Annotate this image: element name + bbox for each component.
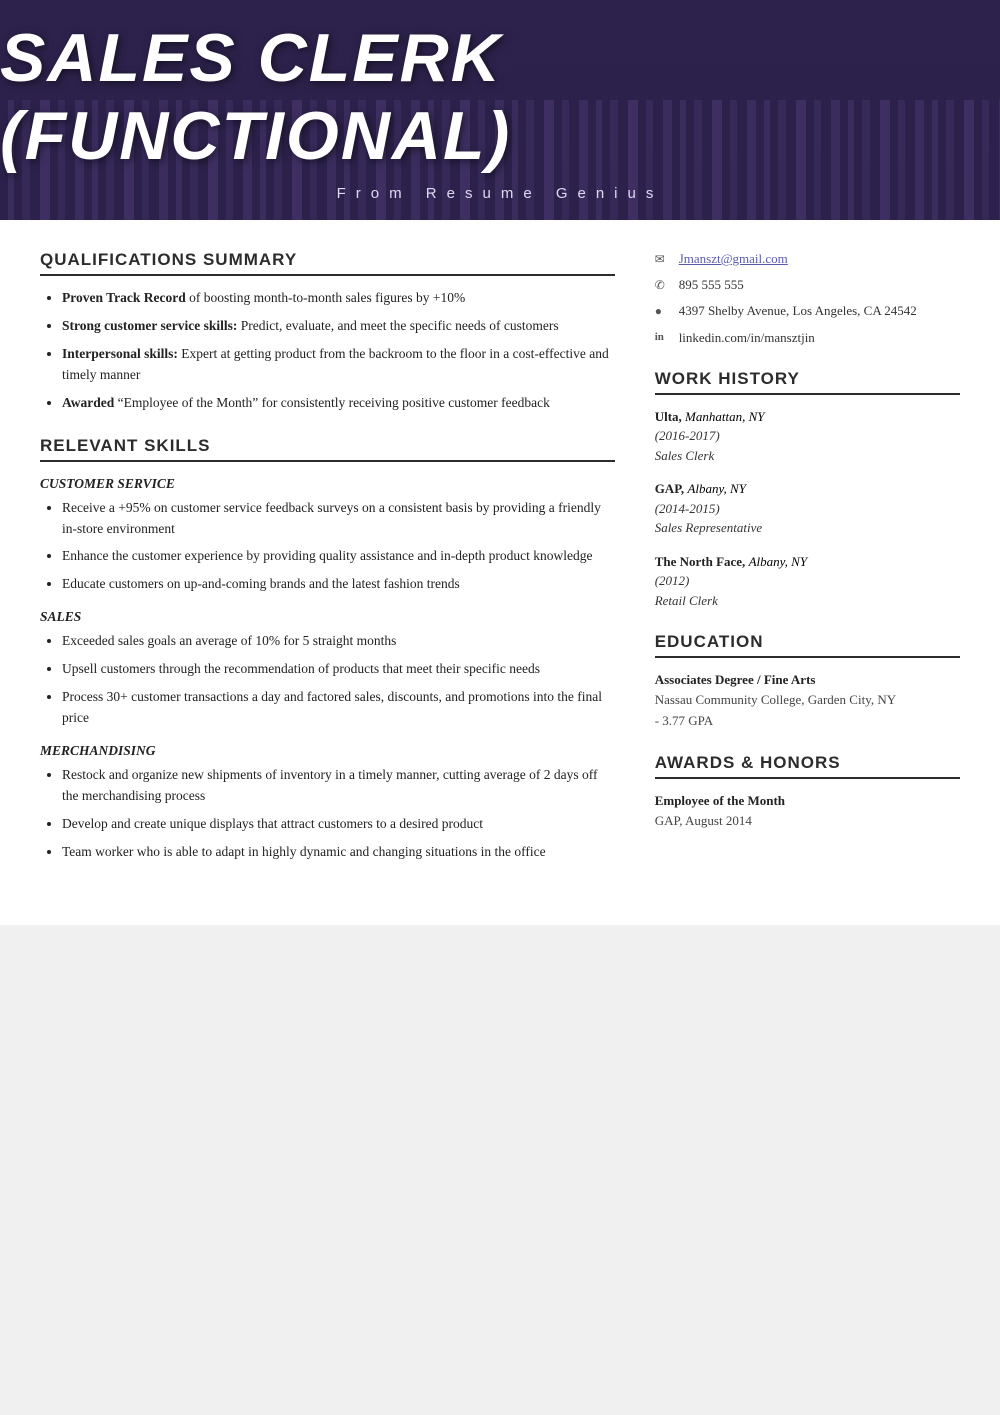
list-item: Restock and organize new shipments of in… bbox=[62, 765, 615, 807]
main-content: Qualifications Summary Proven Track Reco… bbox=[0, 220, 1000, 925]
list-item: Interpersonal skills: Expert at getting … bbox=[62, 344, 615, 386]
work-company-northface: The North Face, Albany, NY bbox=[655, 552, 960, 572]
sales-subheading: SALES bbox=[40, 609, 615, 625]
page-title: Sales Clerk (Functional) bbox=[0, 19, 1000, 175]
work-dates-ulta: (2016-2017) bbox=[655, 426, 960, 446]
list-item: Exceeded sales goals an average of 10% f… bbox=[62, 631, 615, 652]
customer-service-subheading: CUSTOMER SERVICE bbox=[40, 476, 615, 492]
merchandising-list: Restock and organize new shipments of in… bbox=[40, 765, 615, 863]
address-contact: ● 4397 Shelby Avenue, Los Angeles, CA 24… bbox=[655, 302, 960, 320]
education-section: Education Associates Degree / Fine Arts … bbox=[655, 632, 960, 730]
relevant-skills-section: Relevant Skills CUSTOMER SERVICE Receive… bbox=[40, 436, 615, 863]
work-company-gap: GAP, Albany, NY bbox=[655, 479, 960, 499]
list-item: Receive a +95% on customer service feedb… bbox=[62, 498, 615, 540]
linkedin-url: linkedin.com/in/mansztjin bbox=[679, 329, 815, 347]
right-column: ✉ Jmanszt@gmail.com ✆ 895 555 555 ● 4397… bbox=[655, 250, 960, 885]
qual-bold-1: Proven Track Record bbox=[62, 290, 186, 305]
qual-text-2: Predict, evaluate, and meet the specific… bbox=[241, 318, 559, 333]
list-item: Team worker who is able to adapt in high… bbox=[62, 842, 615, 863]
header-subtitle: From Resume Genius bbox=[337, 185, 664, 202]
list-item: Enhance the customer experience by provi… bbox=[62, 546, 615, 567]
qual-text-4: “Employee of the Month” for consistently… bbox=[118, 395, 550, 410]
email-contact: ✉ Jmanszt@gmail.com bbox=[655, 250, 960, 268]
work-role-ulta: Sales Clerk bbox=[655, 446, 960, 466]
phone-number: 895 555 555 bbox=[679, 276, 744, 294]
list-item: Process 30+ customer transactions a day … bbox=[62, 687, 615, 729]
location-icon: ● bbox=[655, 303, 671, 320]
awards-section: Awards & Honors Employee of the Month GA… bbox=[655, 753, 960, 831]
education-degree: Associates Degree / Fine Arts bbox=[655, 670, 960, 690]
list-item: Strong customer service skills: Predict,… bbox=[62, 316, 615, 337]
work-item-northface: The North Face, Albany, NY (2012) Retail… bbox=[655, 552, 960, 611]
education-item: Associates Degree / Fine Arts Nassau Com… bbox=[655, 670, 960, 730]
list-item: Develop and create unique displays that … bbox=[62, 814, 615, 835]
qual-bold-4: Awarded bbox=[62, 395, 114, 410]
linkedin-contact: in linkedin.com/in/mansztjin bbox=[655, 329, 960, 347]
page-header: Sales Clerk (Functional) From Resume Gen… bbox=[0, 0, 1000, 220]
phone-icon: ✆ bbox=[655, 277, 671, 294]
qual-text-1: of boosting month-to-month sales figures… bbox=[189, 290, 465, 305]
merchandising-subheading: MERCHANDISING bbox=[40, 743, 615, 759]
work-role-northface: Retail Clerk bbox=[655, 591, 960, 611]
work-item-gap: GAP, Albany, NY (2014-2015) Sales Repres… bbox=[655, 479, 960, 538]
list-item: Awarded “Employee of the Month” for cons… bbox=[62, 393, 615, 414]
contact-section: ✉ Jmanszt@gmail.com ✆ 895 555 555 ● 4397… bbox=[655, 250, 960, 347]
work-history-heading: Work History bbox=[655, 369, 960, 395]
education-heading: Education bbox=[655, 632, 960, 658]
award-item: Employee of the Month GAP, August 2014 bbox=[655, 791, 960, 831]
work-dates-gap: (2014-2015) bbox=[655, 499, 960, 519]
qualifications-list: Proven Track Record of boosting month-to… bbox=[40, 288, 615, 414]
work-company-ulta: Ulta, Manhattan, NY bbox=[655, 407, 960, 427]
left-column: Qualifications Summary Proven Track Reco… bbox=[40, 250, 615, 885]
phone-contact: ✆ 895 555 555 bbox=[655, 276, 960, 294]
work-dates-northface: (2012) bbox=[655, 571, 960, 591]
qual-bold-2: Strong customer service skills: bbox=[62, 318, 237, 333]
qualifications-heading: Qualifications Summary bbox=[40, 250, 615, 276]
relevant-skills-heading: Relevant Skills bbox=[40, 436, 615, 462]
email-icon: ✉ bbox=[655, 251, 671, 268]
qual-bold-3: Interpersonal skills: bbox=[62, 346, 178, 361]
award-detail: GAP, August 2014 bbox=[655, 811, 960, 831]
education-gpa: - 3.77 GPA bbox=[655, 711, 960, 731]
work-item-ulta: Ulta, Manhattan, NY (2016-2017) Sales Cl… bbox=[655, 407, 960, 466]
list-item: Proven Track Record of boosting month-to… bbox=[62, 288, 615, 309]
qualifications-section: Qualifications Summary Proven Track Reco… bbox=[40, 250, 615, 414]
list-item: Upsell customers through the recommendat… bbox=[62, 659, 615, 680]
sales-list: Exceeded sales goals an average of 10% f… bbox=[40, 631, 615, 729]
work-role-gap: Sales Representative bbox=[655, 518, 960, 538]
list-item: Educate customers on up-and-coming brand… bbox=[62, 574, 615, 595]
award-name: Employee of the Month bbox=[655, 791, 960, 811]
awards-heading: Awards & Honors bbox=[655, 753, 960, 779]
address-text: 4397 Shelby Avenue, Los Angeles, CA 2454… bbox=[679, 302, 917, 320]
customer-service-list: Receive a +95% on customer service feedb… bbox=[40, 498, 615, 596]
linkedin-icon: in bbox=[655, 330, 671, 345]
education-school: Nassau Community College, Garden City, N… bbox=[655, 690, 960, 710]
work-history-section: Work History Ulta, Manhattan, NY (2016-2… bbox=[655, 369, 960, 611]
email-link[interactable]: Jmanszt@gmail.com bbox=[679, 250, 788, 268]
